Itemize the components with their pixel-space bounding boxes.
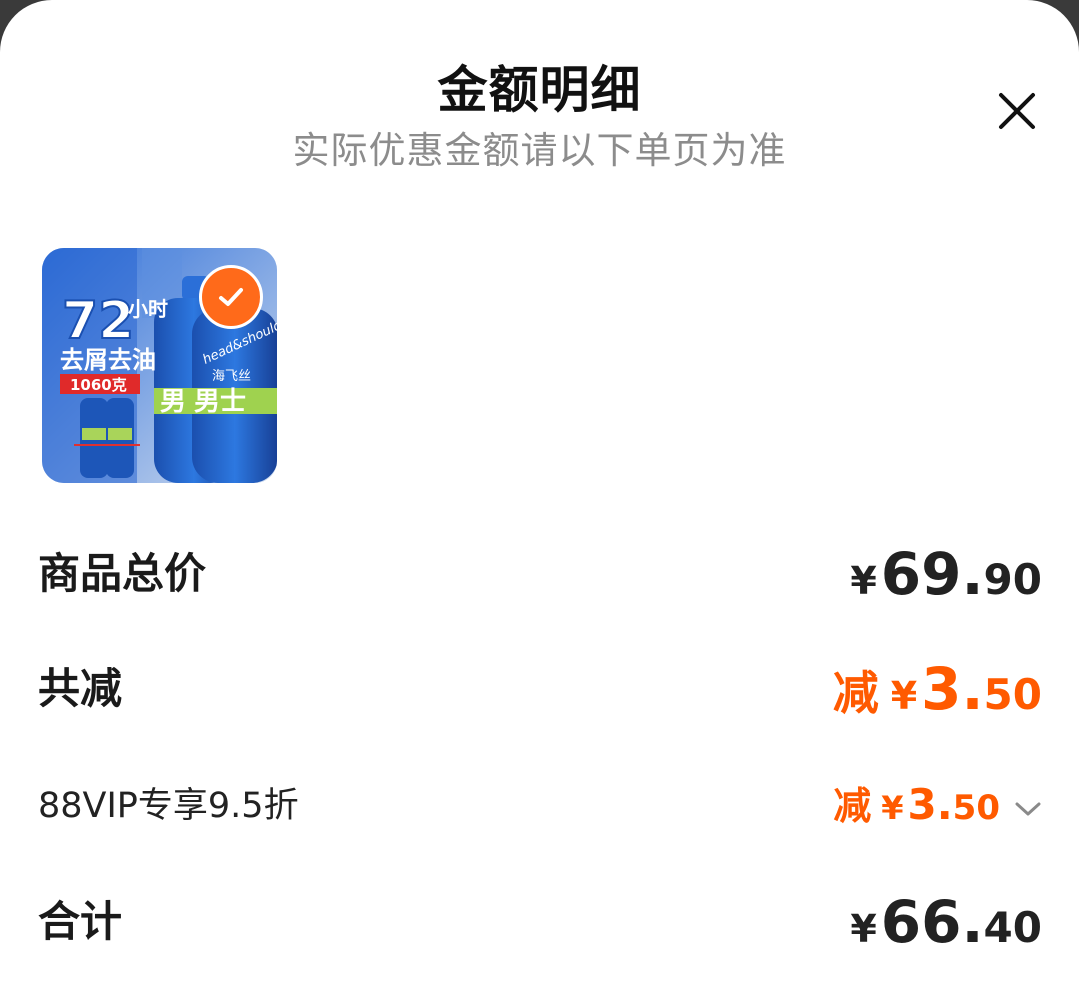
price-decimal: 50 xyxy=(983,670,1042,719)
currency-symbol: ¥ xyxy=(850,559,877,603)
currency-symbol: ¥ xyxy=(850,907,877,951)
discount-prefix: 减 xyxy=(832,666,879,720)
price-integer: 69. xyxy=(880,540,984,608)
total-discount-value: 减 ¥ 3. 50 xyxy=(833,655,1042,723)
product-hours: 72 xyxy=(62,291,134,351)
grand-total-label: 合计 xyxy=(38,897,123,946)
chevron-down-icon[interactable] xyxy=(1014,799,1042,823)
product-weight: 1060克 xyxy=(70,376,127,394)
row-vip-discount[interactable]: 88VIP专享9.5折 减 ¥ 3. 50 xyxy=(38,775,1042,835)
close-icon[interactable] xyxy=(992,86,1042,136)
currency-symbol: ¥ xyxy=(881,789,904,827)
total-price-label: 商品总价 xyxy=(38,549,207,598)
price-integer: 3. xyxy=(907,780,953,829)
row-total-price: 商品总价 ¥ 69. 90 xyxy=(38,540,1042,610)
product-bottle-label: 男士 xyxy=(194,387,246,417)
price-decimal: 40 xyxy=(983,903,1042,952)
sheet-title: 金额明细 xyxy=(437,61,642,119)
currency-symbol: ¥ xyxy=(890,674,918,718)
vip-discount-label: 88VIP专享9.5折 xyxy=(38,786,299,826)
svg-text:男: 男 xyxy=(160,387,186,417)
sheet-subtitle: 实际优惠金额请以下单页为准 xyxy=(292,129,787,172)
amount-detail-sheet: 金额明细 实际优惠金额请以下单页为准 男士 男 head&shoulders 海… xyxy=(0,0,1079,990)
total-discount-label: 共减 xyxy=(38,664,123,713)
price-decimal: 50 xyxy=(952,788,1000,828)
vip-discount-value: 减 ¥ 3. 50 xyxy=(833,775,1042,830)
grand-total-value: ¥ 66. 40 xyxy=(850,888,1042,956)
row-grand-total: 合计 ¥ 66. 40 xyxy=(38,888,1042,958)
price-integer: 66. xyxy=(880,888,984,956)
discount-prefix: 减 xyxy=(833,784,872,828)
product-headline: 去屑去油 xyxy=(60,346,156,374)
row-total-discount: 共减 减 ¥ 3. 50 xyxy=(38,655,1042,725)
price-decimal: 90 xyxy=(983,555,1042,604)
product-hours-unit: 小时 xyxy=(128,297,168,321)
total-price-value: ¥ 69. 90 xyxy=(850,540,1042,608)
check-icon[interactable] xyxy=(199,265,263,329)
product-brand-cn: 海飞丝 xyxy=(212,369,251,384)
price-integer: 3. xyxy=(921,655,984,723)
